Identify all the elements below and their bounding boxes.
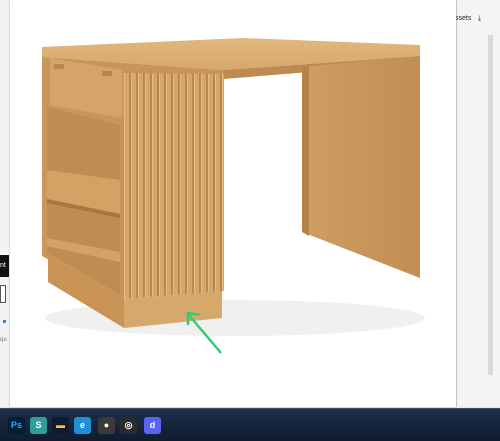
background-right-panel (456, 0, 500, 407)
background-left-panel (0, 0, 10, 407)
background-text: qu (0, 337, 7, 343)
chrome-icon[interactable]: ● (98, 417, 115, 434)
background-checkbox[interactable] (0, 285, 6, 303)
app-s-icon[interactable]: S (30, 417, 47, 434)
assets-link[interactable]: ssets (455, 15, 471, 22)
download-icon[interactable]: ⤓ (478, 15, 481, 23)
background-dot (3, 320, 6, 323)
background-scrollbar[interactable] (488, 35, 493, 375)
image-viewer (10, 0, 456, 407)
taskbar: Ps S ▬ e ● ◎ d (0, 408, 500, 441)
desk-image (42, 38, 425, 354)
discord-icon[interactable]: d (144, 417, 161, 434)
obs-icon[interactable]: ◎ (120, 417, 137, 434)
edge-browser-icon[interactable]: e (74, 417, 91, 434)
background-dark-tab[interactable]: nt (0, 255, 9, 277)
photoshop-icon[interactable]: Ps (8, 417, 25, 434)
file-explorer-icon[interactable]: ▬ (52, 417, 69, 434)
